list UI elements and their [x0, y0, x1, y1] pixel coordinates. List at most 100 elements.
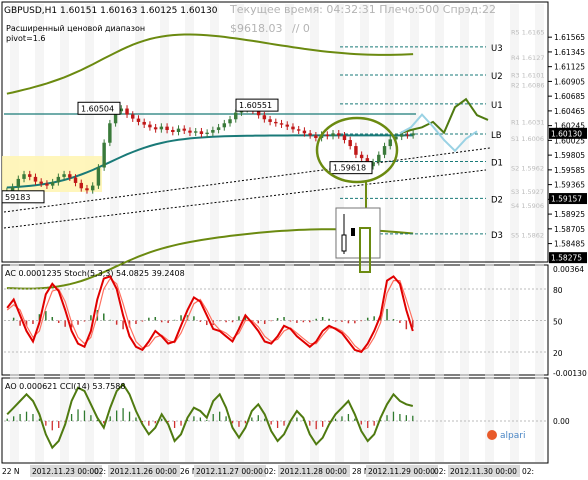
candle-body [96, 167, 101, 186]
price-tick-label: 1.61565 [554, 33, 585, 42]
candle-body [33, 176, 38, 182]
price-tick-label: 1.58925 [554, 210, 585, 219]
resistance-label: R2 1.6086 [511, 81, 544, 89]
price-annotation-label: 1.59618 [333, 164, 366, 173]
candle-body [274, 121, 278, 124]
price-tick-label: 1.60685 [554, 92, 585, 101]
price-tick-label: 1.58485 [554, 240, 585, 249]
candle-body [405, 134, 410, 136]
price-annotation-label: 59183 [5, 193, 30, 202]
candle-body [199, 131, 204, 135]
x-axis-label: 2012.11.28 00:00 [280, 467, 347, 476]
candle-body [22, 174, 26, 179]
candle-body [159, 126, 164, 130]
candle-body [348, 140, 352, 147]
resistance-label: R4 1.6127 [511, 54, 544, 62]
price-tick-label: 1.61125 [554, 63, 585, 72]
candle-body [308, 133, 312, 136]
candle-body [388, 139, 392, 147]
candle-body [73, 177, 78, 183]
zoom-candle-body [351, 228, 355, 236]
candle-body [325, 134, 330, 137]
candle-body [377, 154, 381, 163]
price-annotation-label: 1.60551 [239, 101, 272, 110]
candle-body [302, 130, 307, 134]
candle-body [50, 182, 55, 186]
pivot-label-U2: U2 [491, 72, 503, 82]
balance: $9618.03 [230, 22, 283, 35]
candle-body [285, 124, 289, 127]
pivot-label-U3: U3 [491, 44, 503, 54]
x-axis-label: 2012.11.30 00:00 [450, 467, 517, 476]
price-annotation-label: 1.60504 [81, 104, 114, 113]
zoom-candle-body [341, 234, 347, 252]
candle-body [359, 154, 364, 159]
candle-body [411, 133, 415, 136]
session-band [210, 4, 219, 462]
candle-body [90, 185, 95, 191]
session-band [35, 4, 44, 462]
candle-body [314, 135, 318, 139]
candle-body [342, 135, 347, 141]
indicator-title: Расширенный ценовой диапазон [6, 24, 145, 33]
price-tick-label: 1.61345 [554, 48, 585, 57]
candle-body [262, 115, 267, 120]
candle-body [16, 178, 21, 187]
candle-body [222, 123, 227, 128]
candle-body [354, 146, 358, 155]
candle-body [108, 123, 112, 143]
candle-body [171, 129, 175, 132]
candle-body [79, 182, 83, 189]
symbol-header: GBPUSD,H1 1.60151 1.60163 1.60125 1.6013… [4, 6, 218, 16]
ao-cci-title: AO 0.000621 CCI(14) 53.7588 [5, 382, 125, 391]
candle-body [176, 128, 181, 132]
ac-tick-label: 20 [553, 349, 563, 358]
candle-body [45, 183, 49, 186]
candle-body [279, 123, 284, 125]
candle-body [268, 119, 272, 122]
support-label: S4 1.5906 [511, 202, 544, 210]
price-tick-label: 1.59365 [554, 181, 585, 190]
session-band [285, 4, 294, 462]
candle-body [228, 119, 232, 124]
candle-body [142, 121, 146, 125]
session-band [435, 4, 444, 462]
candle-body [205, 132, 209, 135]
candle-body [188, 130, 192, 133]
pivot-label-LB: LB [491, 131, 502, 141]
candle-body [234, 112, 238, 120]
candle-body [28, 174, 32, 177]
candle-body [296, 129, 301, 131]
candle-body [102, 142, 106, 168]
candle-body [382, 146, 387, 155]
candle-body [211, 129, 215, 133]
candle-body [125, 108, 129, 115]
session-band [185, 4, 194, 462]
session-band [110, 4, 119, 462]
candle-body [331, 133, 335, 137]
candle-body [136, 118, 141, 122]
session-band [60, 4, 69, 462]
price-highlight-label: 1.60130 [551, 129, 582, 138]
x-axis-label: 2012.11.29 00:00 [368, 467, 435, 476]
price-highlight-label: 1.58275 [551, 254, 582, 263]
candle-body [153, 127, 158, 130]
candle-body [182, 128, 186, 131]
indicator-param: pivot=1.6 [6, 34, 46, 43]
candle-body [68, 174, 72, 178]
pivot-label-U1: U1 [491, 101, 503, 111]
x-axis-label: 02: [94, 467, 106, 476]
price-tick-label: 1.60905 [554, 77, 585, 86]
candle-body [399, 134, 404, 137]
session-band [135, 4, 144, 462]
watermark: alpari [500, 431, 525, 441]
candle-body [39, 181, 43, 184]
candle-body [216, 127, 221, 130]
candle-body [85, 188, 89, 191]
session-band [310, 4, 319, 462]
session-band [460, 4, 469, 462]
session-band [235, 4, 244, 462]
pivot-label-D3: D3 [491, 231, 503, 241]
resistance-label: R1 1.6031 [511, 118, 544, 126]
x-axis-label: 02: [522, 467, 534, 476]
